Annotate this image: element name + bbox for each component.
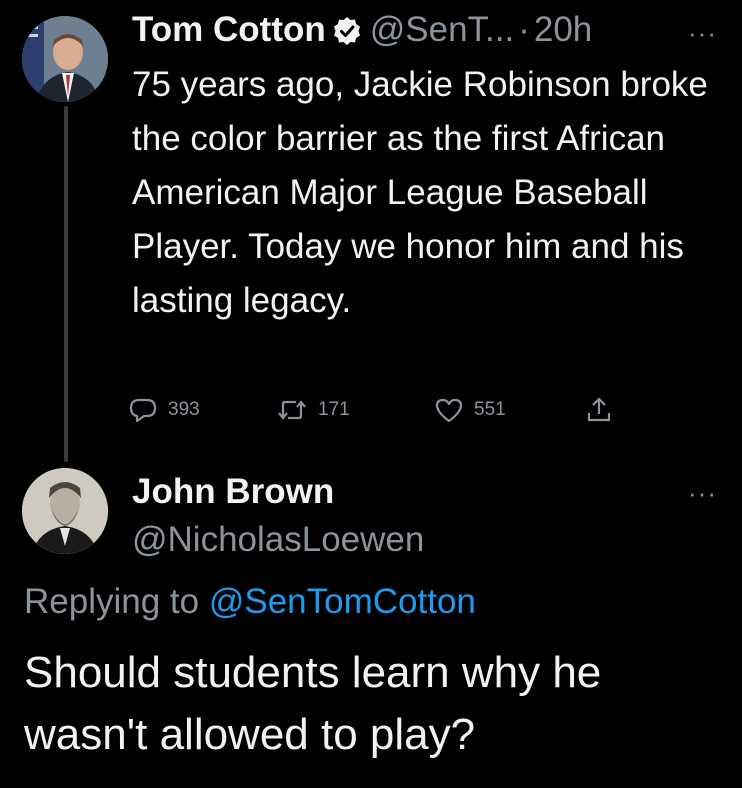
thread-line bbox=[64, 106, 68, 462]
tweet-text: 75 years ago, Jackie Robinson broke the … bbox=[132, 65, 708, 320]
reply-author-avatar[interactable] bbox=[22, 468, 108, 554]
reply-author-handle[interactable]: @NicholasLoewen bbox=[132, 520, 424, 560]
retweet-button[interactable]: 171 bbox=[276, 392, 350, 428]
separator-dot: · bbox=[518, 10, 530, 49]
share-icon bbox=[587, 397, 611, 422]
retweet-count: 171 bbox=[318, 399, 350, 420]
speech-bubble-icon bbox=[129, 398, 157, 423]
heart-icon bbox=[435, 398, 463, 423]
replying-to-line: Replying to @SenTomCotton bbox=[24, 582, 476, 622]
profile-photo-icon bbox=[22, 16, 108, 102]
reply-text: Should students learn why he wasn't allo… bbox=[24, 648, 602, 759]
share-button[interactable] bbox=[584, 392, 624, 428]
replying-to-handle-link[interactable]: @SenTomCotton bbox=[209, 582, 476, 621]
reply-author-display-name[interactable]: John Brown bbox=[132, 472, 334, 512]
reply-more-options-icon[interactable]: ··· bbox=[688, 478, 717, 509]
replying-to-label: Replying to bbox=[24, 582, 200, 621]
verified-badge-icon bbox=[332, 15, 362, 45]
reply-count: 393 bbox=[168, 399, 200, 420]
like-button[interactable]: 551 bbox=[434, 392, 506, 428]
author-display-name[interactable]: Tom Cotton bbox=[132, 10, 326, 50]
more-options-icon[interactable]: ··· bbox=[688, 18, 717, 49]
like-count: 551 bbox=[474, 399, 506, 420]
author-handle[interactable]: @SenT... bbox=[370, 10, 514, 50]
author-avatar[interactable] bbox=[22, 16, 108, 102]
tweet-timestamp[interactable]: 20h bbox=[534, 10, 592, 50]
reply-button[interactable]: 393 bbox=[128, 392, 200, 428]
retweet-icon bbox=[278, 400, 306, 420]
portrait-photo-icon bbox=[22, 468, 108, 554]
tweet-header: Tom Cotton @SenT... · 20h bbox=[132, 8, 592, 52]
